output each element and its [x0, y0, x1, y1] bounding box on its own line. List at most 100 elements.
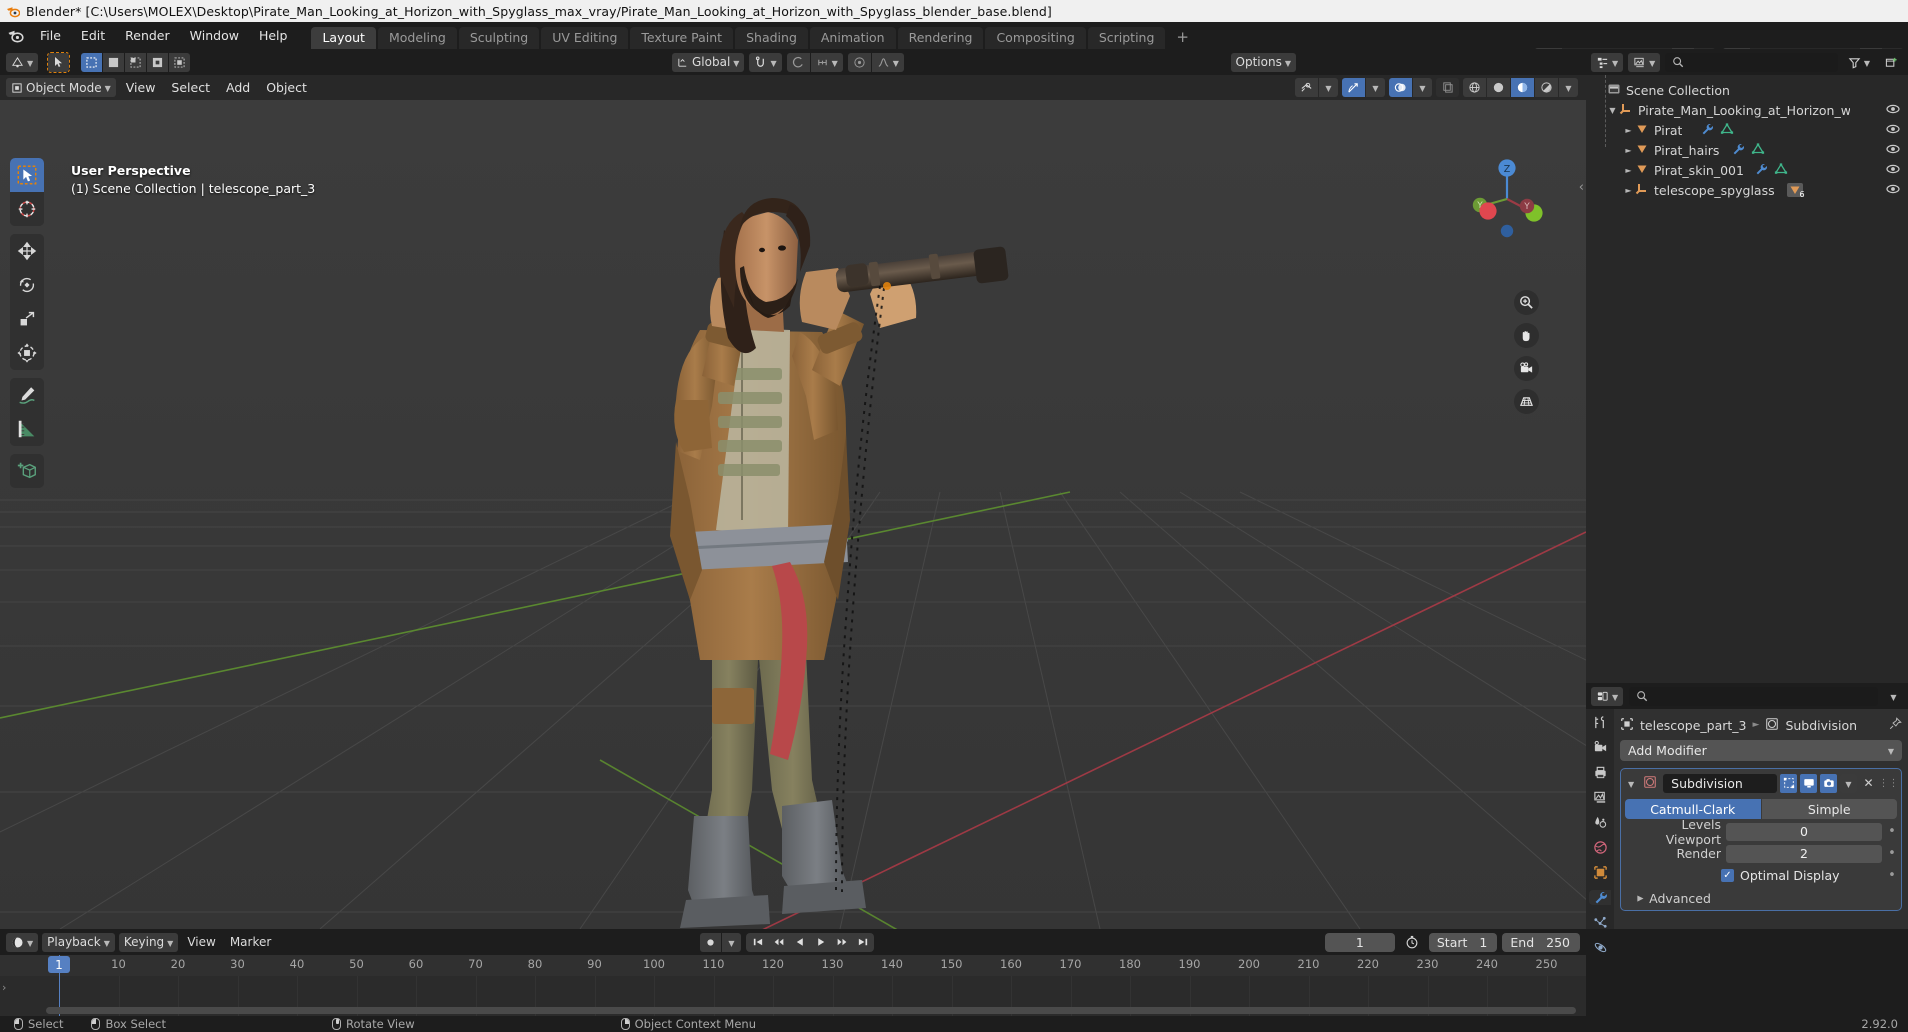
gizmo-dropdown-icon[interactable]: ▼ — [1366, 78, 1385, 97]
tab-output-icon[interactable] — [1589, 765, 1611, 780]
select-set-button[interactable] — [81, 52, 103, 72]
outliner-search-input[interactable] — [1665, 52, 1838, 72]
camera-view-icon[interactable] — [1514, 356, 1539, 381]
tab-object-icon[interactable] — [1589, 865, 1611, 880]
play-reverse-icon[interactable] — [790, 933, 809, 952]
outliner-new-collection-icon[interactable] — [1880, 53, 1903, 72]
timeline-view-menu[interactable]: View — [182, 933, 220, 952]
rendered-shading-icon[interactable] — [1535, 78, 1558, 97]
tab-physics-icon[interactable] — [1589, 940, 1611, 955]
modifier-wrench-icon[interactable] — [1731, 142, 1745, 159]
stopwatch-icon[interactable] — [1400, 933, 1424, 952]
visibility-eye-icon[interactable] — [1886, 182, 1900, 199]
snap-increment-icon[interactable]: ▼ — [810, 52, 843, 72]
expand-icon[interactable]: ► — [1622, 186, 1635, 195]
measure-tool[interactable] — [10, 412, 44, 446]
mesh-data-icon[interactable] — [1720, 122, 1734, 139]
render-display-icon[interactable] — [1820, 773, 1837, 793]
mesh-data-icon[interactable] — [1751, 142, 1765, 159]
expand-icon[interactable]: ► — [1622, 126, 1635, 135]
breadcrumb-object-label[interactable]: telescope_part_3 — [1640, 718, 1747, 733]
viewport-menu-view[interactable]: View — [118, 78, 164, 97]
tab-animation[interactable]: Animation — [809, 27, 896, 49]
menu-help[interactable]: Help — [249, 22, 298, 49]
current-frame-field[interactable]: 1 — [1324, 932, 1395, 952]
animate-property-dot[interactable]: • — [1887, 824, 1897, 839]
timeline-scrollbar[interactable] — [46, 1007, 1576, 1014]
edit-mode-display-icon[interactable] — [1780, 773, 1797, 793]
annotate-tool[interactable] — [10, 378, 44, 412]
jump-start-icon[interactable] — [748, 933, 767, 952]
pan-hand-icon[interactable] — [1514, 323, 1539, 348]
viewport-menu-add[interactable]: Add — [218, 78, 258, 97]
viewport-menu-object[interactable]: Object — [258, 78, 315, 97]
proportional-edit-toggle[interactable] — [786, 52, 810, 72]
outliner-row-telescope-spyglass[interactable]: ► telescope_spyglass 6 — [1586, 180, 1908, 200]
tweak-select-tool[interactable] — [10, 158, 44, 192]
select-intersect-button[interactable] — [169, 52, 191, 72]
tweak-tool-button[interactable] — [47, 51, 71, 73]
properties-editor-type-selector[interactable]: ▼ — [1591, 686, 1624, 706]
add-workspace-button[interactable]: + — [1167, 27, 1198, 49]
add-modifier-button[interactable]: Add Modifier ▼ — [1620, 740, 1902, 761]
proportional-editing-button[interactable] — [847, 52, 871, 72]
expand-icon[interactable]: ▼ — [1606, 106, 1619, 115]
levels-viewport-field[interactable]: 0 — [1726, 822, 1882, 841]
add-cube-tool[interactable] — [10, 454, 44, 488]
toggle-perspective-icon[interactable] — [1514, 389, 1539, 414]
timeline-ruler[interactable]: 1102030405060708090100110120130140150160… — [0, 955, 1586, 976]
cursor-tool[interactable] — [10, 192, 44, 226]
navigation-gizmo[interactable]: Z Y Y — [1466, 158, 1548, 240]
properties-options-icon[interactable]: ▼ — [1884, 687, 1903, 706]
tab-world-icon[interactable] — [1589, 840, 1611, 855]
snap-toggle-button[interactable]: ▼ — [749, 52, 782, 72]
shading-dropdown-icon[interactable]: ▼ — [1559, 78, 1578, 97]
tab-compositing[interactable]: Compositing — [985, 27, 1086, 49]
falloff-curve-icon[interactable]: ▼ — [871, 52, 904, 72]
tab-particles-icon[interactable] — [1589, 915, 1611, 930]
properties-search-input[interactable] — [1629, 686, 1878, 706]
mesh-data-icon[interactable] — [1774, 162, 1788, 179]
editor-type-selector[interactable]: ▼ — [6, 52, 39, 72]
transform-tool[interactable] — [10, 336, 44, 370]
play-icon[interactable] — [811, 933, 830, 952]
animate-property-dot[interactable]: • — [1887, 868, 1897, 883]
tab-uv-editing[interactable]: UV Editing — [541, 27, 629, 49]
zoom-icon[interactable] — [1514, 290, 1539, 315]
drag-dots-icon[interactable]: ⋮⋮ — [1879, 774, 1899, 793]
jump-end-icon[interactable] — [853, 933, 872, 952]
modifier-wrench-icon[interactable] — [1754, 162, 1768, 179]
overlay-dropdown-icon[interactable]: ▼ — [1413, 78, 1432, 97]
render-levels-field[interactable]: 2 — [1726, 844, 1882, 863]
menu-edit[interactable]: Edit — [71, 22, 115, 49]
expand-icon[interactable]: ► — [1622, 166, 1635, 175]
viewport-canvas[interactable]: User Perspective (1) Scene Collection | … — [0, 100, 1586, 929]
auto-keying-dropdown-icon[interactable]: ▼ — [722, 932, 741, 952]
visibility-eye-icon[interactable] — [1886, 162, 1900, 179]
wireframe-shading-icon[interactable] — [1463, 78, 1486, 97]
tab-render-icon[interactable] — [1589, 740, 1611, 755]
menu-file[interactable]: File — [30, 22, 71, 49]
keying-menu[interactable]: Keying ▼ — [118, 932, 179, 952]
transform-orientation-selector[interactable]: Global ▼ — [672, 52, 745, 72]
move-tool[interactable] — [10, 234, 44, 268]
options-button[interactable]: Options ▼ — [1230, 52, 1296, 72]
modifier-wrench-icon[interactable] — [1700, 122, 1714, 139]
frame-range-start[interactable]: Start 1 — [1428, 932, 1498, 952]
pin-icon[interactable] — [1889, 717, 1902, 733]
outliner-filter-icon[interactable]: ▼ — [1843, 53, 1875, 72]
blender-menu-logo-icon[interactable] — [0, 22, 30, 49]
outliner-row-scene-collection[interactable]: Scene Collection — [1586, 80, 1908, 100]
visibility-eye-icon[interactable] — [1886, 142, 1900, 159]
select-subtract-button[interactable] — [125, 52, 147, 72]
advanced-subpanel[interactable]: ▼ Advanced — [1625, 891, 1897, 906]
modifier-close-icon[interactable]: ✕ — [1860, 774, 1877, 793]
menu-render[interactable]: Render — [115, 22, 180, 49]
tab-modeling[interactable]: Modeling — [377, 27, 457, 49]
next-keyframe-icon[interactable] — [832, 933, 851, 952]
timeline-marker-menu[interactable]: Marker — [225, 933, 276, 952]
tab-scene-icon[interactable] — [1589, 815, 1611, 830]
visibility-eye-icon[interactable] — [1886, 102, 1900, 119]
animate-property-dot[interactable]: • — [1887, 846, 1897, 861]
tab-layout[interactable]: Layout — [311, 27, 376, 49]
